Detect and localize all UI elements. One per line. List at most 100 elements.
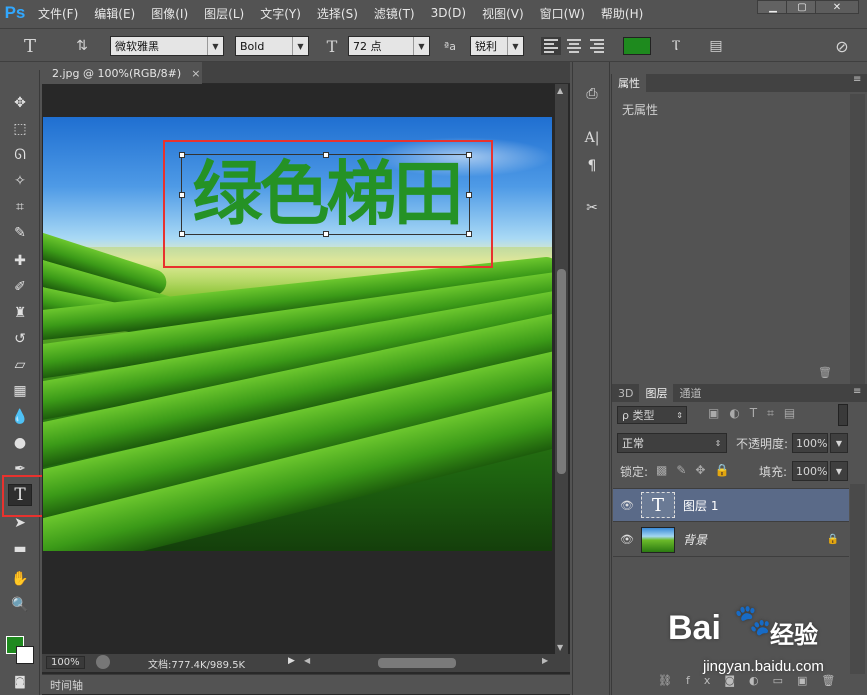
menu-image[interactable]: 图像(I) [143,5,196,22]
tab-properties[interactable]: 属性 [612,74,646,92]
properties-scrollbar[interactable] [850,94,865,384]
chevron-down-icon[interactable]: ▼ [830,461,848,481]
scroll-down-icon[interactable]: ▼ [557,643,563,652]
align-center-button[interactable] [564,37,584,55]
character-panel-icon[interactable]: ▤ [706,36,726,56]
font-size-select[interactable]: 72 点 ▼ [348,36,430,56]
clone-stamp-icon[interactable]: ♜ [8,302,32,324]
warp-text-icon[interactable]: Ⲧ [666,36,686,56]
baidu-watermark: Bai 🐾 经验 [668,603,858,655]
menu-window[interactable]: 窗口(W) [532,5,593,22]
tools-panel: ✥ ⬚ ᘏ ✧ ⌗ ✎ ✚ ✐ ♜ ↺ ▱ ▦ 💧 ● ✒ T ➤ ▬ ✋ 🔍 … [0,70,50,695]
lasso-tool-icon[interactable]: ᘏ [8,144,32,166]
history-brush-icon[interactable]: ↺ [8,328,32,350]
tab-channels[interactable]: 通道 [673,384,707,402]
layer-name[interactable]: 图层 1 [683,497,718,514]
zoom-level[interactable]: 100% [46,656,85,669]
layer-row-background[interactable]: 👁 背景 🔒 [613,523,849,557]
cancel-icon[interactable]: ⊘ [832,36,852,56]
hand-tool-icon[interactable]: ✋ [8,568,32,590]
document-size: 文档:777.4K/989.5K [148,660,246,671]
rectangle-tool-icon[interactable]: ▬ [8,538,32,560]
zoom-tool-icon[interactable]: 🔍 [8,594,32,616]
brush-tool-icon[interactable]: ✐ [8,276,32,298]
blur-tool-icon[interactable]: 💧 [8,406,32,428]
layer-actions-bar[interactable]: ⛓fx◙◐▭▣🗑 [658,674,849,687]
minimize-button[interactable]: ▁ [757,0,789,14]
layer-row-text[interactable]: 👁 T 图层 1 [613,488,849,522]
font-style-select[interactable]: Bold ▼ [235,36,309,56]
chevron-down-icon[interactable]: ▼ [830,433,848,453]
panel-dock: ⎙ A| ¶ ✂ [572,62,610,695]
opacity-label: 不透明度: [736,437,789,451]
type-tool-preset-icon[interactable]: T [20,36,40,57]
eraser-tool-icon[interactable]: ▱ [8,354,32,376]
scroll-up-icon[interactable]: ▲ [557,86,563,95]
scrollbar-thumb[interactable] [557,269,566,474]
vertical-scrollbar[interactable]: ▲ ▼ [555,84,568,654]
delete-icon[interactable]: 🗑 [818,366,832,379]
menu-filter[interactable]: 滤镜(T) [366,5,423,22]
opacity-input[interactable]: 100% [792,433,828,453]
lock-icon: 🔒 [826,534,839,545]
background-color-swatch[interactable] [16,646,34,664]
toggle-orientation-icon[interactable]: ⇅ [72,36,92,56]
menu-file[interactable]: 文件(F) [30,5,86,22]
history-panel-icon[interactable]: ⎙ [582,84,602,104]
panel-menu-icon[interactable]: ≡ [853,74,867,92]
layer-filter-select[interactable]: ρ 类型 ⇕ [617,406,687,424]
align-left-button[interactable] [541,37,561,55]
path-selection-icon[interactable]: ➤ [8,512,32,534]
chevron-down-icon: ▼ [507,37,523,55]
gradient-tool-icon[interactable]: ▦ [8,380,32,402]
magic-wand-icon[interactable]: ✧ [8,170,32,192]
menu-view[interactable]: 视图(V) [474,5,532,22]
align-right-button[interactable] [587,37,607,55]
eyedropper-icon[interactable]: ✎ [8,222,32,244]
anti-alias-select[interactable]: 锐利 ▼ [470,36,524,56]
chevron-down-icon: ▼ [413,37,429,55]
crop-tool-icon[interactable]: ⌗ [8,196,32,218]
status-bar: 100% 文档:777.4K/989.5K ▶ ◀ ▶ [42,654,570,672]
timeline-panel-tab[interactable]: 时间轴 [42,674,570,694]
dodge-tool-icon[interactable]: ● [8,432,32,454]
close-tab-icon[interactable]: × [191,67,200,80]
menu-select[interactable]: 选择(S) [309,5,366,22]
lock-icons[interactable]: ▩✎✥🔒 [656,463,738,477]
document-tab[interactable]: 2.jpg @ 100%(RGB/8#) × [42,62,202,84]
scroll-right-icon[interactable]: ▶ [542,656,548,665]
font-family-select[interactable]: 微软雅黑 ▼ [110,36,224,56]
scroll-left-icon[interactable]: ◀ [304,656,310,665]
screen-mode-icon[interactable]: ▣ [8,674,32,692]
layer-filter-icons[interactable]: ▣◐T⌗▤ [708,406,805,421]
status-info-icon[interactable] [96,655,110,669]
tool-presets-icon[interactable]: ✂ [582,198,602,218]
properties-tabs: 属性 [612,74,867,92]
status-menu-arrow-icon[interactable]: ▶ [288,656,295,666]
maximize-button[interactable]: ▢ [786,0,818,14]
filter-toggle[interactable] [838,404,848,426]
tab-layers[interactable]: 图层 [639,384,674,402]
tab-3d[interactable]: 3D [612,384,639,402]
eye-icon[interactable]: 👁 [613,499,641,512]
menu-edit[interactable]: 编辑(E) [86,5,143,22]
text-color-swatch[interactable] [623,37,651,55]
character-panel-icon[interactable]: A| [582,128,602,148]
menu-help[interactable]: 帮助(H) [593,5,651,22]
layer-name[interactable]: 背景 [683,531,707,548]
menu-layer[interactable]: 图层(L) [196,5,252,22]
layers-tabs: 3D 图层 通道 [612,384,867,402]
move-tool-icon[interactable]: ✥ [8,92,32,114]
blend-mode-select[interactable]: 正常 ⇕ [617,433,727,453]
panel-menu-icon[interactable]: ≡ [853,386,861,397]
eye-icon[interactable]: 👁 [613,533,641,546]
close-window-button[interactable]: ✕ [815,0,859,14]
healing-brush-icon[interactable]: ✚ [8,250,32,272]
marquee-tool-icon[interactable]: ⬚ [8,118,32,140]
menu-type[interactable]: 文字(Y) [252,5,309,22]
fill-input[interactable]: 100% [792,461,828,481]
horizontal-scrollbar-thumb[interactable] [378,658,456,668]
paragraph-panel-icon[interactable]: ¶ [582,156,602,176]
image-canvas[interactable]: 绿色梯田 [43,117,552,551]
menu-3d[interactable]: 3D(D) [423,6,474,20]
